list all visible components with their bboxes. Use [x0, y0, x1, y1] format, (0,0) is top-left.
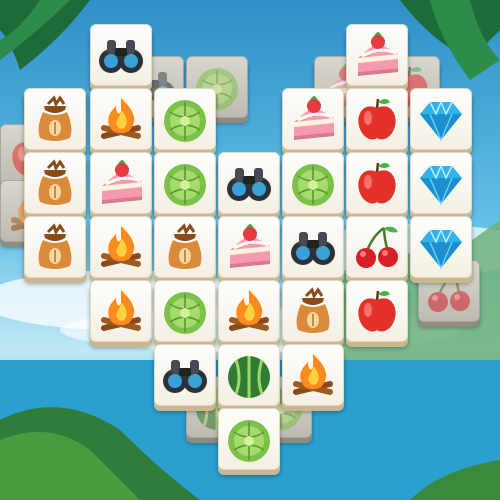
tile-sack[interactable] — [24, 88, 86, 150]
tile-campfire[interactable] — [282, 344, 344, 406]
tile-campfire[interactable] — [90, 88, 152, 150]
cabbage-icon — [164, 164, 206, 206]
cake-icon — [294, 95, 334, 140]
tile-cabbage[interactable] — [218, 408, 280, 470]
sack-icon — [38, 95, 72, 141]
tile-gem[interactable] — [410, 152, 472, 214]
cabbage-icon — [164, 292, 206, 334]
watermelon-icon — [228, 356, 270, 398]
tile-sack[interactable] — [154, 216, 216, 278]
sack-icon — [38, 159, 72, 205]
binoculars-icon — [291, 232, 335, 265]
tile-cake[interactable] — [282, 88, 344, 150]
tile-binoculars[interactable] — [218, 152, 280, 214]
tile-cabbage[interactable] — [282, 152, 344, 214]
tile-apple[interactable] — [346, 152, 408, 214]
campfire-icon — [101, 226, 141, 267]
gem-icon — [420, 164, 462, 206]
gem-icon — [420, 100, 462, 142]
cake-icon — [230, 223, 270, 268]
tile-cake[interactable] — [90, 152, 152, 214]
sack-icon — [168, 223, 202, 269]
apple-icon — [358, 98, 396, 140]
tile-apple[interactable] — [346, 88, 408, 150]
binoculars-icon — [163, 360, 207, 393]
cherries-icon — [356, 226, 398, 268]
tile-cherries[interactable] — [346, 216, 408, 278]
tile-watermelon[interactable] — [218, 344, 280, 406]
binoculars-icon — [227, 168, 271, 201]
cake-icon — [358, 31, 398, 76]
tile-cabbage[interactable] — [154, 280, 216, 342]
tile-sack[interactable] — [24, 216, 86, 278]
campfire-icon — [229, 290, 269, 331]
sack-icon — [296, 287, 330, 333]
campfire-icon — [293, 354, 333, 395]
campfire-icon — [101, 290, 141, 331]
tile-sack[interactable] — [282, 280, 344, 342]
tile-binoculars[interactable] — [90, 24, 152, 86]
tile-binoculars[interactable] — [282, 216, 344, 278]
gem-icon — [420, 228, 462, 270]
tile-sack[interactable] — [24, 152, 86, 214]
cabbage-icon — [292, 164, 334, 206]
binoculars-icon — [99, 40, 143, 73]
game-board — [0, 0, 500, 500]
tile-binoculars[interactable] — [154, 344, 216, 406]
campfire-icon — [101, 98, 141, 139]
cabbage-icon — [164, 100, 206, 142]
tile-campfire[interactable] — [90, 216, 152, 278]
sack-icon — [38, 223, 72, 269]
apple-icon — [358, 290, 396, 332]
tile-cake[interactable] — [218, 216, 280, 278]
tile-apple[interactable] — [346, 280, 408, 342]
tile-cake[interactable] — [346, 24, 408, 86]
tile-cabbage[interactable] — [154, 152, 216, 214]
cake-icon — [102, 159, 142, 204]
tile-gem[interactable] — [410, 88, 472, 150]
apple-icon — [358, 162, 396, 204]
tile-gem[interactable] — [410, 216, 472, 278]
tile-campfire[interactable] — [90, 280, 152, 342]
cabbage-icon — [228, 420, 270, 462]
tile-cabbage[interactable] — [154, 88, 216, 150]
tile-campfire[interactable] — [218, 280, 280, 342]
